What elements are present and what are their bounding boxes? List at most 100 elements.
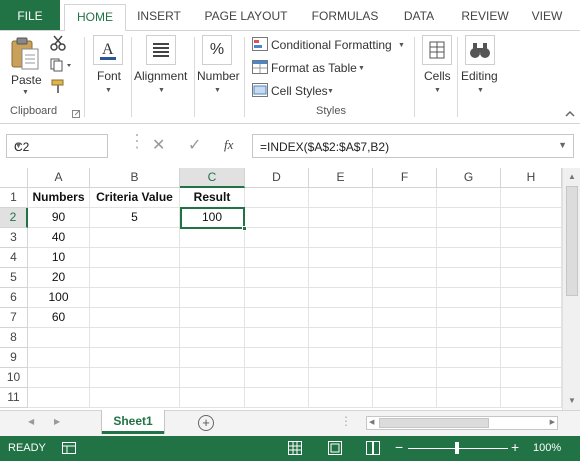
cell-d10[interactable] [245, 368, 309, 388]
page-layout-view-icon[interactable] [328, 441, 342, 458]
cell-e2[interactable] [309, 208, 373, 228]
formula-input[interactable]: =INDEX($A$2:$A$7,B2) ▼ [252, 134, 574, 158]
cell-c8[interactable] [180, 328, 245, 348]
cell-e5[interactable] [309, 268, 373, 288]
cells-icon[interactable] [422, 35, 452, 65]
cell-b7[interactable] [90, 308, 180, 328]
cell-g9[interactable] [437, 348, 501, 368]
format-painter-icon[interactable] [50, 79, 66, 98]
cell-d2[interactable] [245, 208, 309, 228]
row-header-3[interactable]: 3 [0, 228, 28, 248]
cell-c3[interactable] [180, 228, 245, 248]
cell-g3[interactable] [437, 228, 501, 248]
cell-c7[interactable] [180, 308, 245, 328]
row-header-4[interactable]: 4 [0, 248, 28, 268]
cell-a2[interactable]: 90 [28, 208, 90, 228]
cell-b2[interactable]: 5 [90, 208, 180, 228]
dialog-launcher-icon[interactable] [72, 107, 80, 121]
column-header-c[interactable]: C [180, 168, 245, 188]
tab-data[interactable]: DATA [396, 4, 442, 30]
cell-c5[interactable] [180, 268, 245, 288]
cells-dropdown-icon[interactable]: ▼ [434, 87, 441, 94]
cell-d9[interactable] [245, 348, 309, 368]
cell-a1[interactable]: Numbers [28, 188, 90, 208]
cell-d4[interactable] [245, 248, 309, 268]
row-header-9[interactable]: 9 [0, 348, 28, 368]
alignment-button[interactable]: Alignment [134, 69, 187, 83]
cell-e9[interactable] [309, 348, 373, 368]
cell-b5[interactable] [90, 268, 180, 288]
cell-styles-button[interactable]: Cell Styles [271, 84, 328, 98]
number-format-icon[interactable]: % [202, 35, 232, 65]
scroll-up-icon[interactable]: ▲ [568, 172, 576, 181]
cell-h6[interactable] [501, 288, 562, 308]
column-header-a[interactable]: A [28, 168, 90, 188]
macro-record-icon[interactable] [62, 442, 76, 457]
column-header-h[interactable]: H [501, 168, 562, 188]
cell-a5[interactable]: 20 [28, 268, 90, 288]
cell-b1[interactable]: Criteria Value [90, 188, 180, 208]
cell-h9[interactable] [501, 348, 562, 368]
cell-c4[interactable] [180, 248, 245, 268]
cell-g2[interactable] [437, 208, 501, 228]
cell-h11[interactable] [501, 388, 562, 408]
number-button[interactable]: Number [197, 69, 240, 83]
next-sheet-icon[interactable]: ▶ [54, 417, 60, 426]
cell-g4[interactable] [437, 248, 501, 268]
cells-button[interactable]: Cells [424, 69, 451, 83]
scroll-down-icon[interactable]: ▼ [568, 396, 576, 405]
column-header-e[interactable]: E [309, 168, 373, 188]
cell-c10[interactable] [180, 368, 245, 388]
alignment-dropdown-icon[interactable]: ▼ [158, 87, 165, 94]
row-header-6[interactable]: 6 [0, 288, 28, 308]
select-all-corner[interactable] [0, 168, 28, 188]
cell-g1[interactable] [437, 188, 501, 208]
conditional-formatting-dropdown-icon[interactable]: ▼ [398, 42, 405, 49]
cell-g10[interactable] [437, 368, 501, 388]
cell-d3[interactable] [245, 228, 309, 248]
collapse-ribbon-icon[interactable] [565, 107, 575, 121]
cell-d6[interactable] [245, 288, 309, 308]
cell-g7[interactable] [437, 308, 501, 328]
cell-c2[interactable]: 100 [180, 208, 245, 228]
cell-b4[interactable] [90, 248, 180, 268]
row-header-7[interactable]: 7 [0, 308, 28, 328]
expand-formula-icon[interactable]: ▼ [558, 140, 567, 150]
cell-e4[interactable] [309, 248, 373, 268]
cell-f4[interactable] [373, 248, 437, 268]
cell-h2[interactable] [501, 208, 562, 228]
cell-a4[interactable]: 10 [28, 248, 90, 268]
cell-a7[interactable]: 60 [28, 308, 90, 328]
cell-f5[interactable] [373, 268, 437, 288]
tab-page-layout[interactable]: PAGE LAYOUT [198, 4, 294, 30]
cancel-icon[interactable]: ✕ [152, 135, 165, 155]
cell-f8[interactable] [373, 328, 437, 348]
editing-button[interactable]: Editing [461, 69, 498, 83]
vertical-scroll-thumb[interactable] [566, 186, 578, 296]
row-header-11[interactable]: 11 [0, 388, 28, 408]
cell-b8[interactable] [90, 328, 180, 348]
cell-h1[interactable] [501, 188, 562, 208]
cell-e3[interactable] [309, 228, 373, 248]
name-box[interactable]: C2 ▼ [6, 134, 108, 158]
font-icon[interactable]: A [93, 35, 123, 65]
cell-h4[interactable] [501, 248, 562, 268]
conditional-formatting-button[interactable]: Conditional Formatting [271, 38, 392, 52]
tab-file[interactable]: FILE [0, 0, 60, 32]
font-dropdown-icon[interactable]: ▼ [105, 87, 112, 94]
cell-a8[interactable] [28, 328, 90, 348]
tab-review[interactable]: REVIEW [454, 4, 516, 30]
insert-function-button[interactable]: fx [224, 137, 233, 153]
cell-a11[interactable] [28, 388, 90, 408]
cell-f2[interactable] [373, 208, 437, 228]
cell-e6[interactable] [309, 288, 373, 308]
cell-f9[interactable] [373, 348, 437, 368]
cell-e8[interactable] [309, 328, 373, 348]
column-header-f[interactable]: F [373, 168, 437, 188]
row-header-5[interactable]: 5 [0, 268, 28, 288]
cell-c9[interactable] [180, 348, 245, 368]
paste-icon[interactable] [10, 37, 40, 74]
cell-b11[interactable] [90, 388, 180, 408]
cell-g5[interactable] [437, 268, 501, 288]
cell-a10[interactable] [28, 368, 90, 388]
